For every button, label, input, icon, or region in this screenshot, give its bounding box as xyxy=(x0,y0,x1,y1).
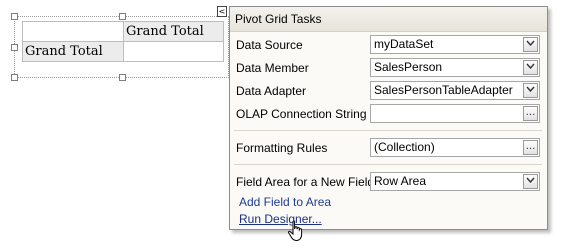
data-member-value: SalesPerson xyxy=(374,60,443,74)
data-source-label: Data Source xyxy=(236,38,303,52)
grand-total-value-cell xyxy=(123,41,224,62)
formatting-rules-field[interactable]: (Collection) ... xyxy=(370,138,540,157)
data-adapter-label: Data Adapter xyxy=(236,84,307,98)
olap-connection-label: OLAP Connection String xyxy=(236,107,367,121)
data-member-dropdown[interactable]: SalesPerson xyxy=(370,58,540,77)
selection-handle[interactable] xyxy=(11,13,18,20)
data-source-row: Data Source myDataSet xyxy=(230,34,547,56)
row-grand-total-header[interactable]: Grand Total xyxy=(22,41,124,62)
formatting-rules-row: Formatting Rules (Collection) ... xyxy=(230,137,547,159)
data-adapter-row: Data Adapter SalesPersonTableAdapter xyxy=(230,80,547,102)
selection-handle[interactable] xyxy=(11,74,18,81)
pivot-grid-tasks-panel: Pivot Grid Tasks Data Source myDataSet D… xyxy=(229,6,548,230)
pivot-grid[interactable]: Grand Total Grand Total xyxy=(22,21,224,62)
formatting-rules-value: (Collection) xyxy=(374,140,435,154)
olap-connection-row: OLAP Connection String ... xyxy=(230,103,547,125)
smart-tag-glyph-icon[interactable]: < xyxy=(217,6,227,17)
section-divider xyxy=(234,130,542,131)
selection-handle[interactable] xyxy=(119,13,126,20)
data-adapter-dropdown[interactable]: SalesPersonTableAdapter xyxy=(370,81,540,100)
chevron-down-icon[interactable] xyxy=(523,60,538,75)
formatting-rules-label: Formatting Rules xyxy=(236,141,328,155)
chevron-down-icon[interactable] xyxy=(523,174,538,189)
field-area-value: Row Area xyxy=(374,174,427,188)
add-field-to-area-link[interactable]: Add Field to Area xyxy=(239,195,331,209)
chevron-down-icon[interactable] xyxy=(523,37,538,52)
section-divider xyxy=(234,164,542,165)
corner-cell xyxy=(22,21,124,42)
hand-cursor-icon xyxy=(287,220,305,245)
panel-title: Pivot Grid Tasks xyxy=(230,7,547,32)
data-member-label: Data Member xyxy=(236,61,309,75)
data-source-dropdown[interactable]: myDataSet xyxy=(370,35,540,54)
data-member-row: Data Member SalesPerson xyxy=(230,57,547,79)
selection-handle[interactable] xyxy=(119,74,126,81)
chevron-down-icon[interactable] xyxy=(523,83,538,98)
run-designer-link[interactable]: Run Designer... xyxy=(239,212,322,226)
field-area-dropdown[interactable]: Row Area xyxy=(370,172,540,191)
field-area-row: Field Area for a New Field Row Area xyxy=(230,171,547,193)
column-grand-total-header[interactable]: Grand Total xyxy=(123,21,224,42)
data-source-value: myDataSet xyxy=(374,37,434,51)
selection-handle[interactable] xyxy=(11,44,18,51)
data-adapter-value: SalesPersonTableAdapter xyxy=(374,83,513,97)
ellipsis-icon[interactable]: ... xyxy=(523,140,538,155)
ellipsis-icon[interactable]: ... xyxy=(523,106,538,121)
field-area-label: Field Area for a New Field xyxy=(236,175,375,189)
olap-connection-field[interactable]: ... xyxy=(370,104,540,123)
